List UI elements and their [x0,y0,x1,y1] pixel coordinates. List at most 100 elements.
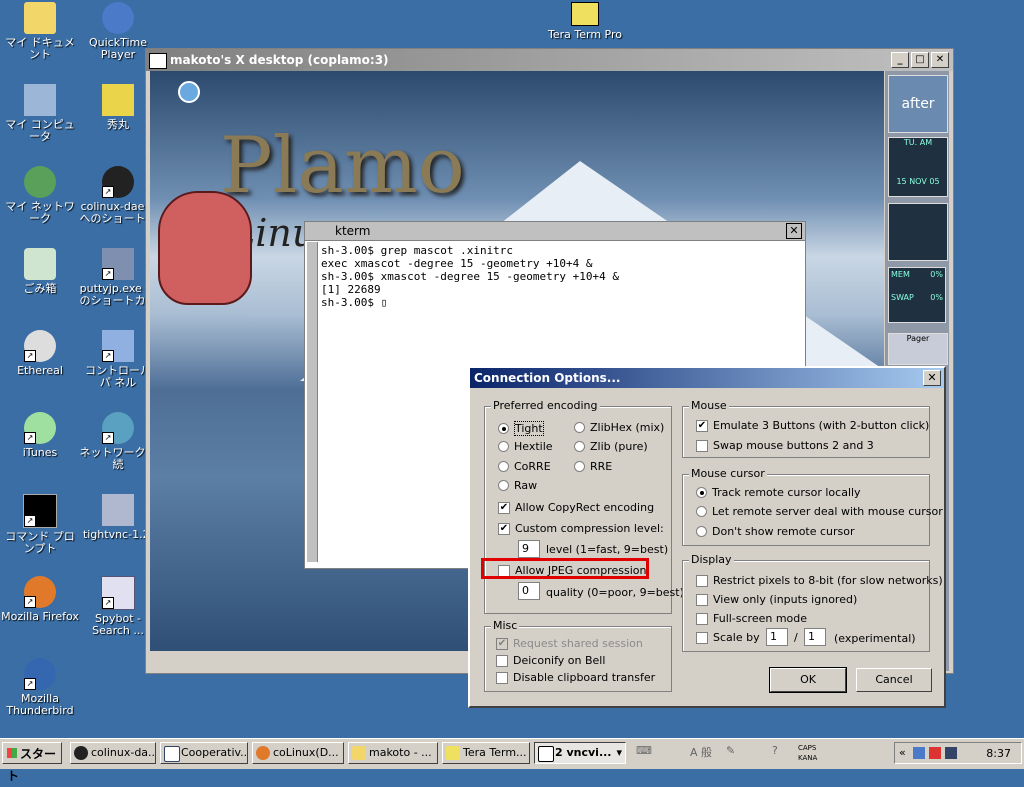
scale-numerator-input[interactable]: 1 [766,628,788,646]
vnc-icon [538,746,554,762]
checkbox-icon [696,631,708,644]
maximize-button[interactable]: □ [911,52,929,68]
ime-mode[interactable]: A 般 [690,744,712,760]
spybot-icon: ↗ [101,576,135,610]
minimize-button[interactable]: _ [891,52,909,68]
dialog-close-button[interactable]: ✕ [923,370,941,386]
desktop-icon-teraterm[interactable]: Tera Term Pro [545,2,625,41]
radio-corre[interactable]: CoRRE [498,460,551,473]
tray-network-icon[interactable] [913,747,925,759]
checkbox-disable-clipboard[interactable]: Disable clipboard transfer [496,671,655,684]
taskbar-item-firefox[interactable]: coLinux(D... [252,742,344,764]
ok-button[interactable]: OK [769,667,847,693]
radio-icon [498,461,509,472]
compression-level-label: level (1=fast, 9=best) [546,543,669,556]
misc-group-label: Misc [491,619,520,632]
mouse-cursor-group-label: Mouse cursor [689,467,767,480]
radio-icon [498,441,509,452]
terminal-output[interactable]: sh-3.00$ grep mascot .xinitrc exec xmasco… [321,244,619,309]
clock-icon [889,147,947,177]
compression-level-input[interactable]: 9 [518,540,540,558]
desktop-icon-itunes[interactable]: ↗ iTunes [0,412,80,459]
chevron-down-icon: ▾ [616,746,622,759]
desktop-icon-command-prompt[interactable]: ↗ コマンド プロンプト [0,494,80,555]
hidemaru-icon [102,84,134,116]
kterm-scrollbar[interactable] [307,242,318,562]
taskbar-item-teraterm[interactable]: Tera Term... [442,742,530,764]
bubbles-icon [178,81,200,171]
checkbox-restrict-8bit[interactable]: Restrict pixels to 8-bit (for slow netwo… [696,574,943,587]
teraterm-icon [571,2,599,26]
radio-no-cursor[interactable]: Don't show remote cursor [696,525,855,538]
checkbox-custom-compression[interactable]: ✔ Custom compression level: [498,522,664,535]
desktop-icon-ethereal[interactable]: ↗ Ethereal [0,330,80,377]
taskbar-item-makoto[interactable]: makoto - ... [348,742,438,764]
radio-track-cursor-locally[interactable]: Track remote cursor locally [696,486,861,499]
vnc-window-title: makoto's X desktop (coplamo:3) [170,53,389,67]
kterm-title-bar[interactable]: kterm ✕ [305,222,805,241]
checkbox-deiconify-bell[interactable]: Deiconify on Bell [496,654,605,667]
tray-expand-button[interactable]: « [899,746,906,759]
jpeg-highlight-box [481,558,649,579]
checkmark-icon: ✔ [696,419,708,432]
radio-hextile[interactable]: Hextile [498,440,553,453]
radio-rre[interactable]: RRE [574,460,612,473]
checkbox-swap-buttons[interactable]: Swap mouse buttons 2 and 3 [696,439,874,452]
network-globe-icon [24,166,56,198]
cancel-button[interactable]: Cancel [856,668,932,692]
radio-raw[interactable]: Raw [498,479,537,492]
taskbar-item-colinux[interactable]: colinux-da... [70,742,156,764]
radio-icon [696,526,707,537]
installer-icon [102,494,134,526]
taskbar-item-vncviewer[interactable]: 2 vncvi... ▾ [534,742,626,764]
taskbar-item-cooperative[interactable]: Cooperativ... [160,742,248,764]
checkbox-full-screen[interactable]: Full-screen mode [696,612,807,625]
putty-icon: ↗ [102,248,134,280]
jpeg-quality-input[interactable]: 0 [518,582,540,600]
firefox-icon [256,746,270,760]
radio-zlib[interactable]: Zlib (pure) [574,440,648,453]
tray-monitor-icon[interactable] [945,747,957,759]
checkbox-copyrect[interactable]: ✔ Allow CopyRect encoding [498,501,654,514]
close-button[interactable]: ✕ [931,52,949,68]
desktop-icon-recycle-bin[interactable]: ごみ箱 [0,248,80,295]
firefox-icon: ↗ [24,576,56,608]
checkbox-icon [496,654,508,667]
checkbox-scale-by[interactable]: Scale by [696,631,760,644]
recycle-bin-icon [24,248,56,280]
checkbox-emulate-3-buttons[interactable]: ✔ Emulate 3 Buttons (with 2-button click) [696,419,929,432]
radio-remote-cursor[interactable]: Let remote server deal with mouse cursor [696,505,943,518]
caps-kana-indicator: CAPS KANA [798,744,818,762]
display-group-label: Display [689,553,734,566]
window-icon [164,746,180,762]
desktop-icon-my-network[interactable]: マイ ネットワーク [0,166,80,225]
ime-keyboard-icon[interactable]: ⌨ [636,744,652,757]
scale-denominator-input[interactable]: 1 [804,628,826,646]
desktop-icon-thunderbird[interactable]: ↗ Mozilla Thunderbird [0,658,80,717]
vnc-title-bar[interactable]: makoto's X desktop (coplamo:3) _ □ ✕ [146,49,953,71]
scale-separator: / [794,631,798,644]
radio-tight[interactable]: Tight [498,421,544,436]
radio-zlibhex[interactable]: ZlibHex (mix) [574,421,664,434]
desktop-icon-my-documents[interactable]: マイ ドキュメント [0,2,80,61]
scale-note: (experimental) [834,632,916,645]
tray-antivirus-icon[interactable] [929,747,941,759]
computer-icon [24,84,56,116]
checkbox-icon [696,593,708,606]
afterstep-logo[interactable]: after [888,75,948,133]
radio-icon [574,422,585,433]
start-button[interactable]: スタート [2,742,62,783]
kterm-close-button[interactable]: ✕ [786,223,802,239]
dialog-title-bar[interactable]: Connection Options... ✕ [470,368,944,388]
system-tray: « 8:37 [894,742,1022,764]
desktop-icon-firefox[interactable]: ↗ Mozilla Firefox [0,576,80,623]
desktop-icon-my-computer[interactable]: マイ コンピュータ [0,84,80,143]
checkbox-view-only[interactable]: View only (inputs ignored) [696,593,857,606]
folder-icon [24,2,56,34]
clock[interactable]: 8:37 [986,747,1011,760]
pager-widget[interactable]: Pager [888,333,948,365]
help-icon[interactable]: ? [772,744,778,757]
ime-tools-icon[interactable]: ✎ [726,744,735,757]
mouse-group-label: Mouse [689,399,729,412]
mascot-bear[interactable] [158,191,252,305]
